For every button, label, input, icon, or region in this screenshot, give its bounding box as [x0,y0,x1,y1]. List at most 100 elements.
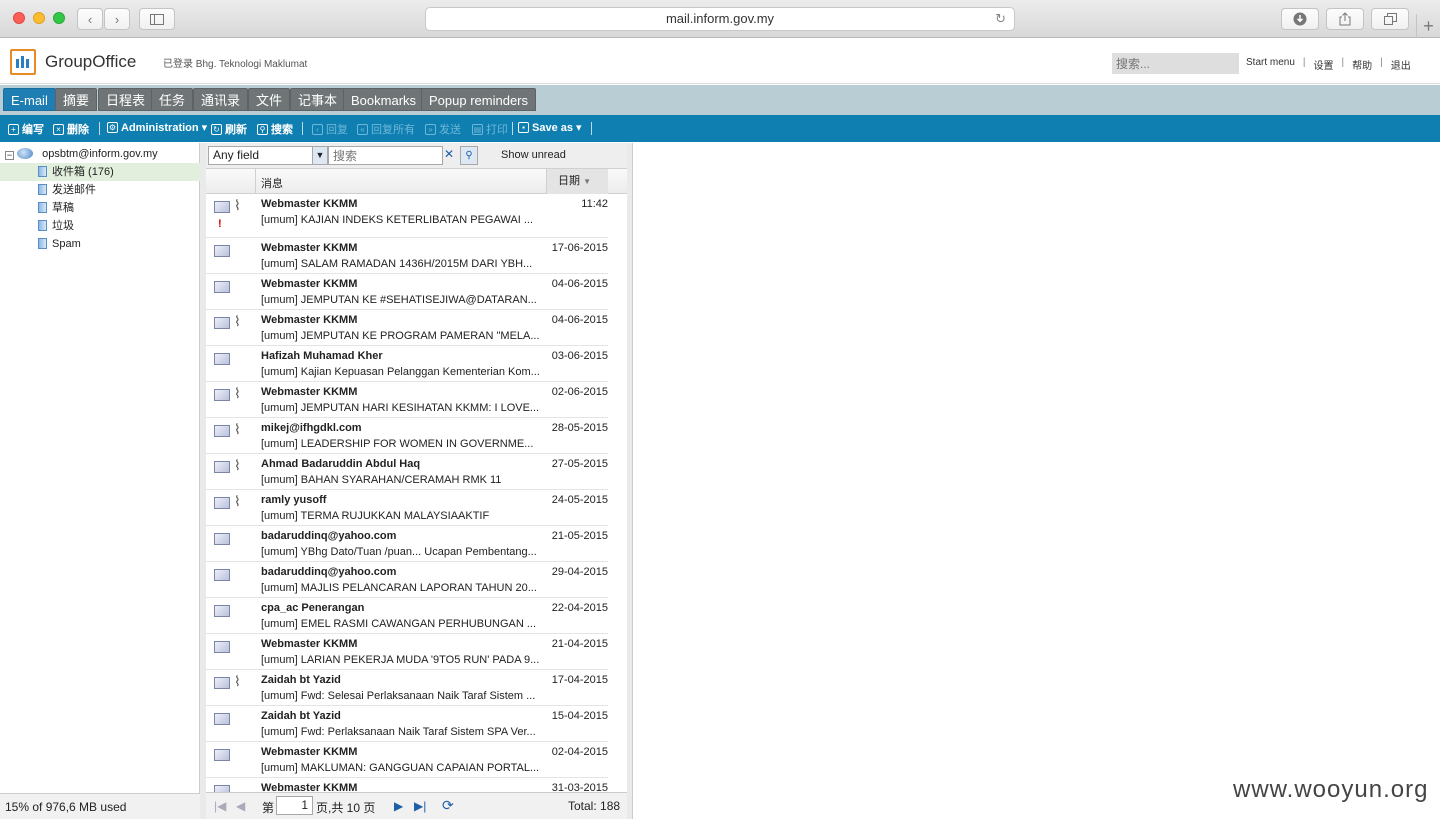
start-menu-link[interactable]: Start menu [1246,57,1295,72]
message-row[interactable]: Zaidah bt Yazid 15-04-2015 [umum] Fwd: Per… [206,706,608,742]
tab-files[interactable]: 文件 [248,88,291,111]
print-button[interactable]: ▤ 打印 [472,121,508,137]
back-button[interactable]: ‹ [77,8,103,30]
chevron-down-icon[interactable]: ▼ [312,147,327,164]
link-separator: | [1380,57,1383,68]
column-date[interactable]: 日期 ▼ [546,169,608,194]
tab-email[interactable]: E-mail [3,88,56,111]
message-row[interactable]: Webmaster KKMM 21-04-2015 [umum] LARIAN PE… [206,634,608,670]
folder-spam[interactable]: Spam [0,235,200,253]
message-row[interactable]: Webmaster KKMM 04-06-2015 [umum] JEMPUTAN … [206,274,608,310]
refresh-list-icon[interactable]: ⟳ [442,797,454,814]
message-subject: [umum] MAKLUMAN: GANGGUAN CAPAIAN PORTAL… [261,762,540,774]
folder-inbox[interactable]: 收件箱 (176) [0,163,200,181]
envelope-icon [214,749,230,761]
envelope-icon [214,281,230,293]
attachment-icon: ⌇ [234,385,241,401]
next-page-icon[interactable]: ▶ [394,799,403,813]
administration-menu[interactable]: ⚙ Administration ▾ [107,121,207,134]
reply-label: 回复 [326,124,348,136]
header-links: Start menu | 设置 | 帮助 | 退出 [1246,57,1411,72]
account-node[interactable]: − opsbtm@inform.gov.my [0,145,200,163]
attachment-icon: ⌇ [234,457,241,473]
folder-drafts[interactable]: 草稿 [0,199,200,217]
message-subject: [umum] JEMPUTAN KE PROGRAM PAMERAN "MELA… [261,330,540,342]
message-subject: [umum] LEADERSHIP FOR WOMEN IN GOVERNME.… [261,438,534,450]
show-unread-toggle[interactable]: Show unread [501,149,566,161]
message-list-scrollbar[interactable] [608,194,627,792]
message-search-input[interactable] [328,146,443,165]
column-message[interactable]: 消息 [261,175,283,191]
forward-button[interactable]: › [104,8,130,30]
forward-mail-button[interactable]: » 发送 [425,121,461,137]
message-row[interactable]: ⌇ Webmaster KKMM 04-06-2015 [umum] JEMPUTAN… [206,310,608,346]
message-row[interactable]: ⌇ Ahmad Badaruddin Abdul Haq 27-05-2015 [um… [206,454,608,490]
folder-sent[interactable]: 发送邮件 [0,181,200,199]
tab-tasks[interactable]: 任务 [151,88,194,111]
prev-page-icon[interactable]: ◀ [236,799,245,813]
envelope-icon [214,785,230,792]
last-page-icon[interactable]: ▶| [414,799,426,813]
message-row[interactable]: ⌇ mikej@ifhgdkl.com 28-05-2015 [umum] LEADE… [206,418,608,454]
search-label: 搜索 [271,124,293,136]
reply-button[interactable]: ‹ 回复 [312,121,348,137]
address-bar[interactable]: mail.inform.gov.my ↻ [425,7,1015,31]
chevron-down-icon: ▾ [575,122,582,134]
tab-notes[interactable]: 记事本 [290,88,346,111]
message-row[interactable]: ⌇ Webmaster KKMM 02-06-2015 [umum] JEMPUTAN… [206,382,608,418]
message-date: 02-06-2015 [551,386,608,398]
first-page-icon[interactable]: |◀ [214,799,226,813]
compose-icon: + [8,123,19,135]
message-row[interactable]: Hafizah Muhamad Kher 03-06-2015 [umum] Kaj… [206,346,608,382]
minimize-window-button[interactable] [33,12,45,24]
downloads-button[interactable] [1281,8,1319,30]
message-row[interactable]: ⌇ Zaidah bt Yazid 17-04-2015 [umum] Fwd: Se… [206,670,608,706]
close-window-button[interactable] [13,12,25,24]
search-button[interactable]: ⚲ 搜索 [257,121,293,137]
sidebar-toggle-button[interactable] [139,8,175,30]
refresh-button[interactable]: ↻ 刷新 [211,121,247,137]
tab-summary[interactable]: 摘要 [55,88,98,111]
message-row[interactable]: cpa_ac Penerangan 22-04-2015 [umum] EMEL R… [206,598,608,634]
folder-icon [38,220,47,231]
new-tab-button[interactable]: + [1416,14,1440,38]
folder-trash[interactable]: 垃圾 [0,217,200,235]
admin-icon: ⚙ [107,122,118,133]
folder-label: 草稿 [52,202,74,214]
global-search-input[interactable] [1112,53,1239,74]
share-button[interactable] [1326,8,1364,30]
page-number-input[interactable]: 1 [276,796,313,815]
tab-popup-reminders[interactable]: Popup reminders [421,88,536,111]
tab-bookmarks[interactable]: Bookmarks [343,88,425,111]
search-go-button[interactable]: ⚲ [460,146,478,165]
message-row[interactable]: Webmaster KKMM 02-04-2015 [umum] MAKLUMAN:… [206,742,608,778]
search-field-value: Any field [213,148,260,162]
priority-icon: ! [218,218,222,230]
help-link[interactable]: 帮助 [1352,57,1372,72]
zoom-window-button[interactable] [53,12,65,24]
settings-link[interactable]: 设置 [1314,57,1334,72]
envelope-icon [214,641,230,653]
mail-toolbar: + 编写 × 删除 ⚙ Administration ▾ ↻ 刷新 ⚲ 搜索 ‹ 回复 «回复… [0,115,1440,142]
tab-addressbook[interactable]: 通讯录 [193,88,249,111]
message-row[interactable]: badaruddinq@yahoo.com 29-04-2015 [umum] MA… [206,562,608,598]
message-row[interactable]: badaruddinq@yahoo.com 21-05-2015 [umum] YB… [206,526,608,562]
logout-link[interactable]: 退出 [1391,57,1411,72]
collapse-icon[interactable]: − [5,151,14,160]
tabs-overview-button[interactable] [1371,8,1409,30]
reply-all-button[interactable]: «回复所有 [357,121,415,137]
save-as-menu[interactable]: ▪ Save as ▾ [518,121,582,134]
tab-calendar[interactable]: 日程表 [98,88,154,111]
message-row[interactable]: Webmaster KKMM 17-06-2015 [umum] SALAM RAM… [206,238,608,274]
message-date: 02-04-2015 [551,746,608,758]
message-row[interactable]: Webmaster KKMM 31-03-2015 [206,778,608,792]
reload-icon[interactable]: ↻ [995,8,1006,30]
message-row[interactable]: ⌇ ramly yusoff 24-05-2015 [umum] TERMA RUJU… [206,490,608,526]
delete-button[interactable]: × 删除 [53,121,89,137]
reply-icon: ‹ [312,123,323,135]
clear-search-icon[interactable]: ✕ [444,147,454,161]
message-row[interactable]: ⌇! Webmaster KKMM 11:42 [umum] KAJIAN INDEK… [206,194,608,238]
forward-icon: » [425,123,436,135]
compose-button[interactable]: + 编写 [8,121,44,137]
search-field-select[interactable]: Any field ▼ [208,146,328,165]
